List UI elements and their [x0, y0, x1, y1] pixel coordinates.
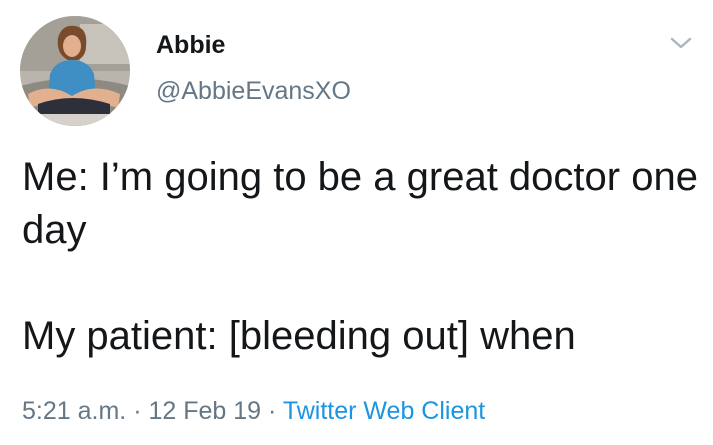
display-name[interactable]: Abbie — [156, 28, 351, 62]
tweet-text-line-1: Me: I’m going to be a great doctor one d… — [22, 155, 698, 252]
tweet-meta: 5:21 a.m. · 12 Feb 19 · Twitter Web Clie… — [22, 394, 485, 428]
tweet-time[interactable]: 5:21 a.m. — [22, 397, 126, 425]
meta-separator: · — [133, 397, 142, 425]
tweet-text-line-2: My patient: [bleeding out] when — [22, 314, 576, 358]
tweet-date[interactable]: 12 Feb 19 — [148, 397, 261, 425]
tweet-text: Me: I’m going to be a great doctor one d… — [22, 151, 702, 363]
author-block: Abbie @AbbieEvansXO — [156, 28, 351, 108]
chevron-down-icon[interactable] — [669, 34, 693, 52]
tweet-source-link[interactable]: Twitter Web Client — [283, 397, 485, 425]
user-handle[interactable]: @AbbieEvansXO — [156, 74, 351, 108]
profile-photo-icon — [20, 16, 130, 126]
tweet-card: Abbie @AbbieEvansXO Me: I’m going to be … — [0, 0, 713, 445]
meta-separator: · — [268, 397, 277, 425]
avatar[interactable] — [20, 16, 130, 126]
